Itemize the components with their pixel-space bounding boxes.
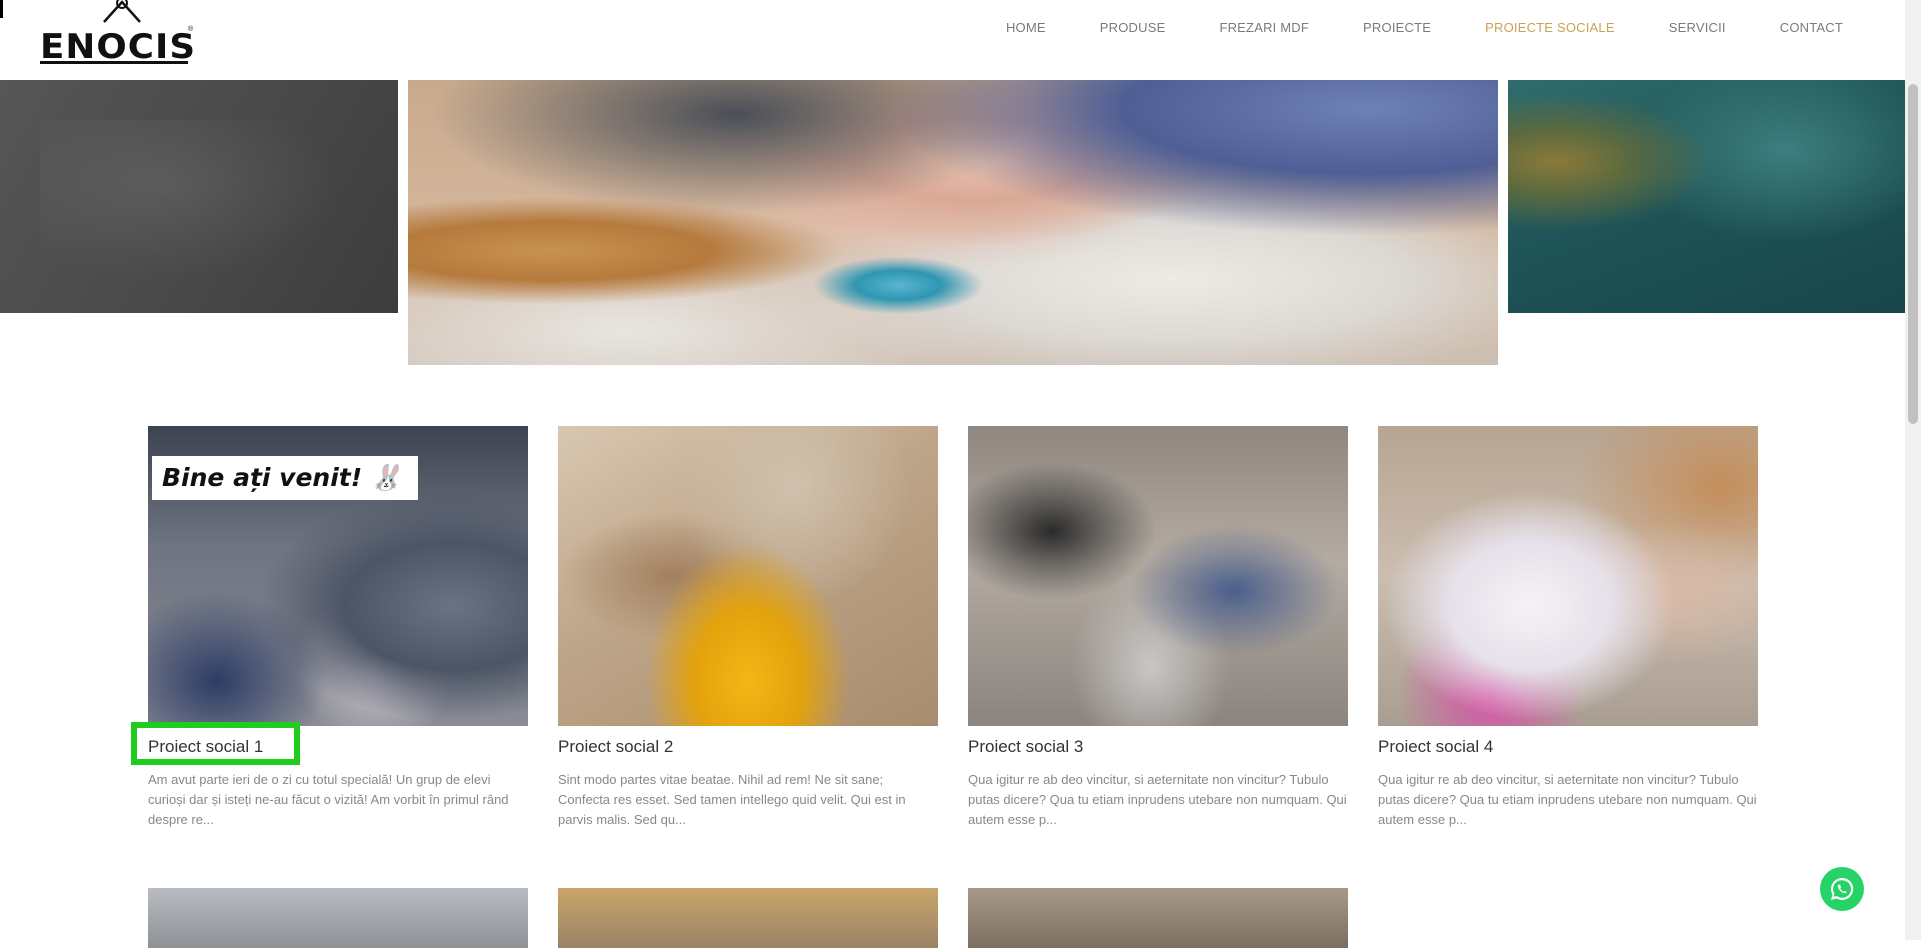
whatsapp-icon [1831,877,1854,900]
project-card[interactable]: Bine ați venit! 🐰 Proiect social 1 Am av… [148,426,528,830]
site-header: ENOCIS ® HOME PRODUSE FREZARI MDF PROIEC… [0,0,1905,80]
project-title[interactable]: Proiect social 3 [968,737,1348,757]
registered-mark: ® [188,26,194,33]
page-scrollbar[interactable] [1905,0,1921,940]
slider-prev-image[interactable] [0,80,398,313]
whatsapp-button[interactable] [1820,867,1864,911]
slider-next-image[interactable] [1508,80,1905,313]
project-card[interactable]: Proiect social 2 Sint modo partes vitae … [558,426,938,830]
window-edge [0,0,3,18]
project-image-row2[interactable] [558,888,938,948]
project-card[interactable]: Proiect social 4 Qua igitur re ab deo vi… [1378,426,1758,830]
project-image-row2[interactable] [148,888,528,948]
project-image[interactable] [968,426,1348,726]
project-excerpt: Sint modo partes vitae beatae. Nihil ad … [558,772,906,827]
logo-roof-icon [103,0,141,23]
project-image-row2[interactable] [968,888,1348,948]
logo-underline [40,61,188,64]
image-banner-text: Bine ați venit! 🐰 [152,456,418,500]
slider-main-image [408,80,1498,365]
project-image[interactable] [1378,426,1758,726]
project-excerpt: Am avut parte ieri de o zi cu totul spec… [148,772,509,827]
project-image[interactable]: Bine ați venit! 🐰 [148,426,528,726]
nav-contact[interactable]: CONTACT [1780,21,1843,41]
logo-text: ENOCIS [40,27,197,67]
project-card[interactable]: Proiect social 3 Qua igitur re ab deo vi… [968,426,1348,830]
scrollbar-thumb[interactable] [1908,84,1918,424]
project-excerpt: Qua igitur re ab deo vincitur, si aetern… [968,772,1347,827]
nav-produse[interactable]: PRODUSE [1100,21,1166,41]
nav-servicii[interactable]: SERVICII [1669,21,1726,41]
nav-proiecte-sociale[interactable]: PROIECTE SOCIALE [1485,21,1615,41]
nav-frezari-mdf[interactable]: FREZARI MDF [1219,21,1309,41]
site-logo[interactable]: ENOCIS ® [40,0,195,66]
nav-proiecte[interactable]: PROIECTE [1363,21,1431,41]
main-nav: HOME PRODUSE FREZARI MDF PROIECTE PROIEC… [952,21,1843,41]
project-title[interactable]: Proiect social 2 [558,737,938,757]
project-image[interactable] [558,426,938,726]
project-excerpt: Qua igitur re ab deo vincitur, si aetern… [1378,772,1757,827]
project-title[interactable]: Proiect social 4 [1378,737,1758,757]
nav-home[interactable]: HOME [1006,21,1046,41]
highlight-box [131,722,300,765]
